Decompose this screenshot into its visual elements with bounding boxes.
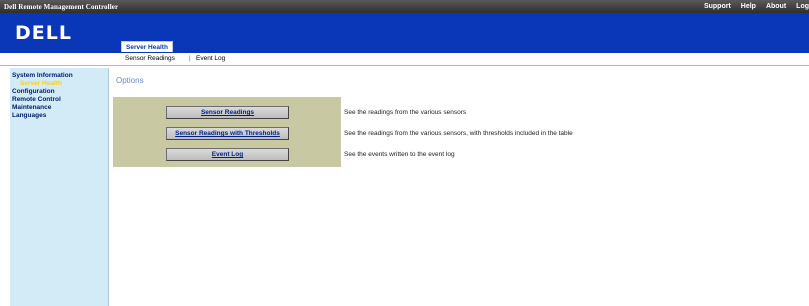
sidebar-item-system-information[interactable]: System Information	[10, 72, 108, 80]
sidebar-item-server-health[interactable]: Server Health	[10, 80, 108, 88]
event-log-button[interactable]: Event Log	[166, 148, 289, 161]
dell-logo: DELL	[15, 22, 72, 44]
sidebar: System Information Server Health Configu…	[10, 68, 109, 306]
support-link[interactable]: Support	[699, 3, 736, 10]
tab-server-health[interactable]: Server Health	[121, 41, 173, 52]
sidebar-item-configuration[interactable]: Configuration	[10, 88, 108, 96]
subnav-separator: |	[189, 55, 191, 62]
sidebar-item-maintenance[interactable]: Maintenance	[10, 104, 108, 112]
sensor-readings-description: See the readings from the various sensor…	[344, 109, 467, 116]
sidebar-item-languages[interactable]: Languages	[10, 112, 108, 120]
sub-navigation: Sensor Readings | Event Log	[0, 53, 809, 66]
about-link[interactable]: About	[761, 3, 791, 10]
page-title: Options	[116, 76, 144, 85]
sensor-readings-button[interactable]: Sensor Readings	[166, 106, 289, 119]
sidebar-item-remote-control[interactable]: Remote Control	[10, 96, 108, 104]
subnav-event-log[interactable]: Event Log	[196, 55, 225, 62]
sensor-readings-thresholds-description: See the readings from the various sensor…	[344, 130, 573, 137]
app-title: Dell Remote Management Controller	[4, 2, 119, 11]
header-banner: DELL Server Health	[0, 13, 809, 53]
title-bar: Dell Remote Management Controller Suppor…	[0, 0, 809, 13]
help-link[interactable]: Help	[736, 3, 761, 10]
top-links: Support Help About Log	[699, 0, 809, 13]
subnav-sensor-readings[interactable]: Sensor Readings	[125, 55, 175, 62]
sensor-readings-thresholds-button[interactable]: Sensor Readings with Thresholds	[166, 127, 289, 140]
logout-link[interactable]: Log	[791, 3, 809, 10]
event-log-description: See the events written to the event log	[344, 151, 455, 158]
options-panel: Sensor Readings Sensor Readings with Thr…	[113, 97, 341, 167]
